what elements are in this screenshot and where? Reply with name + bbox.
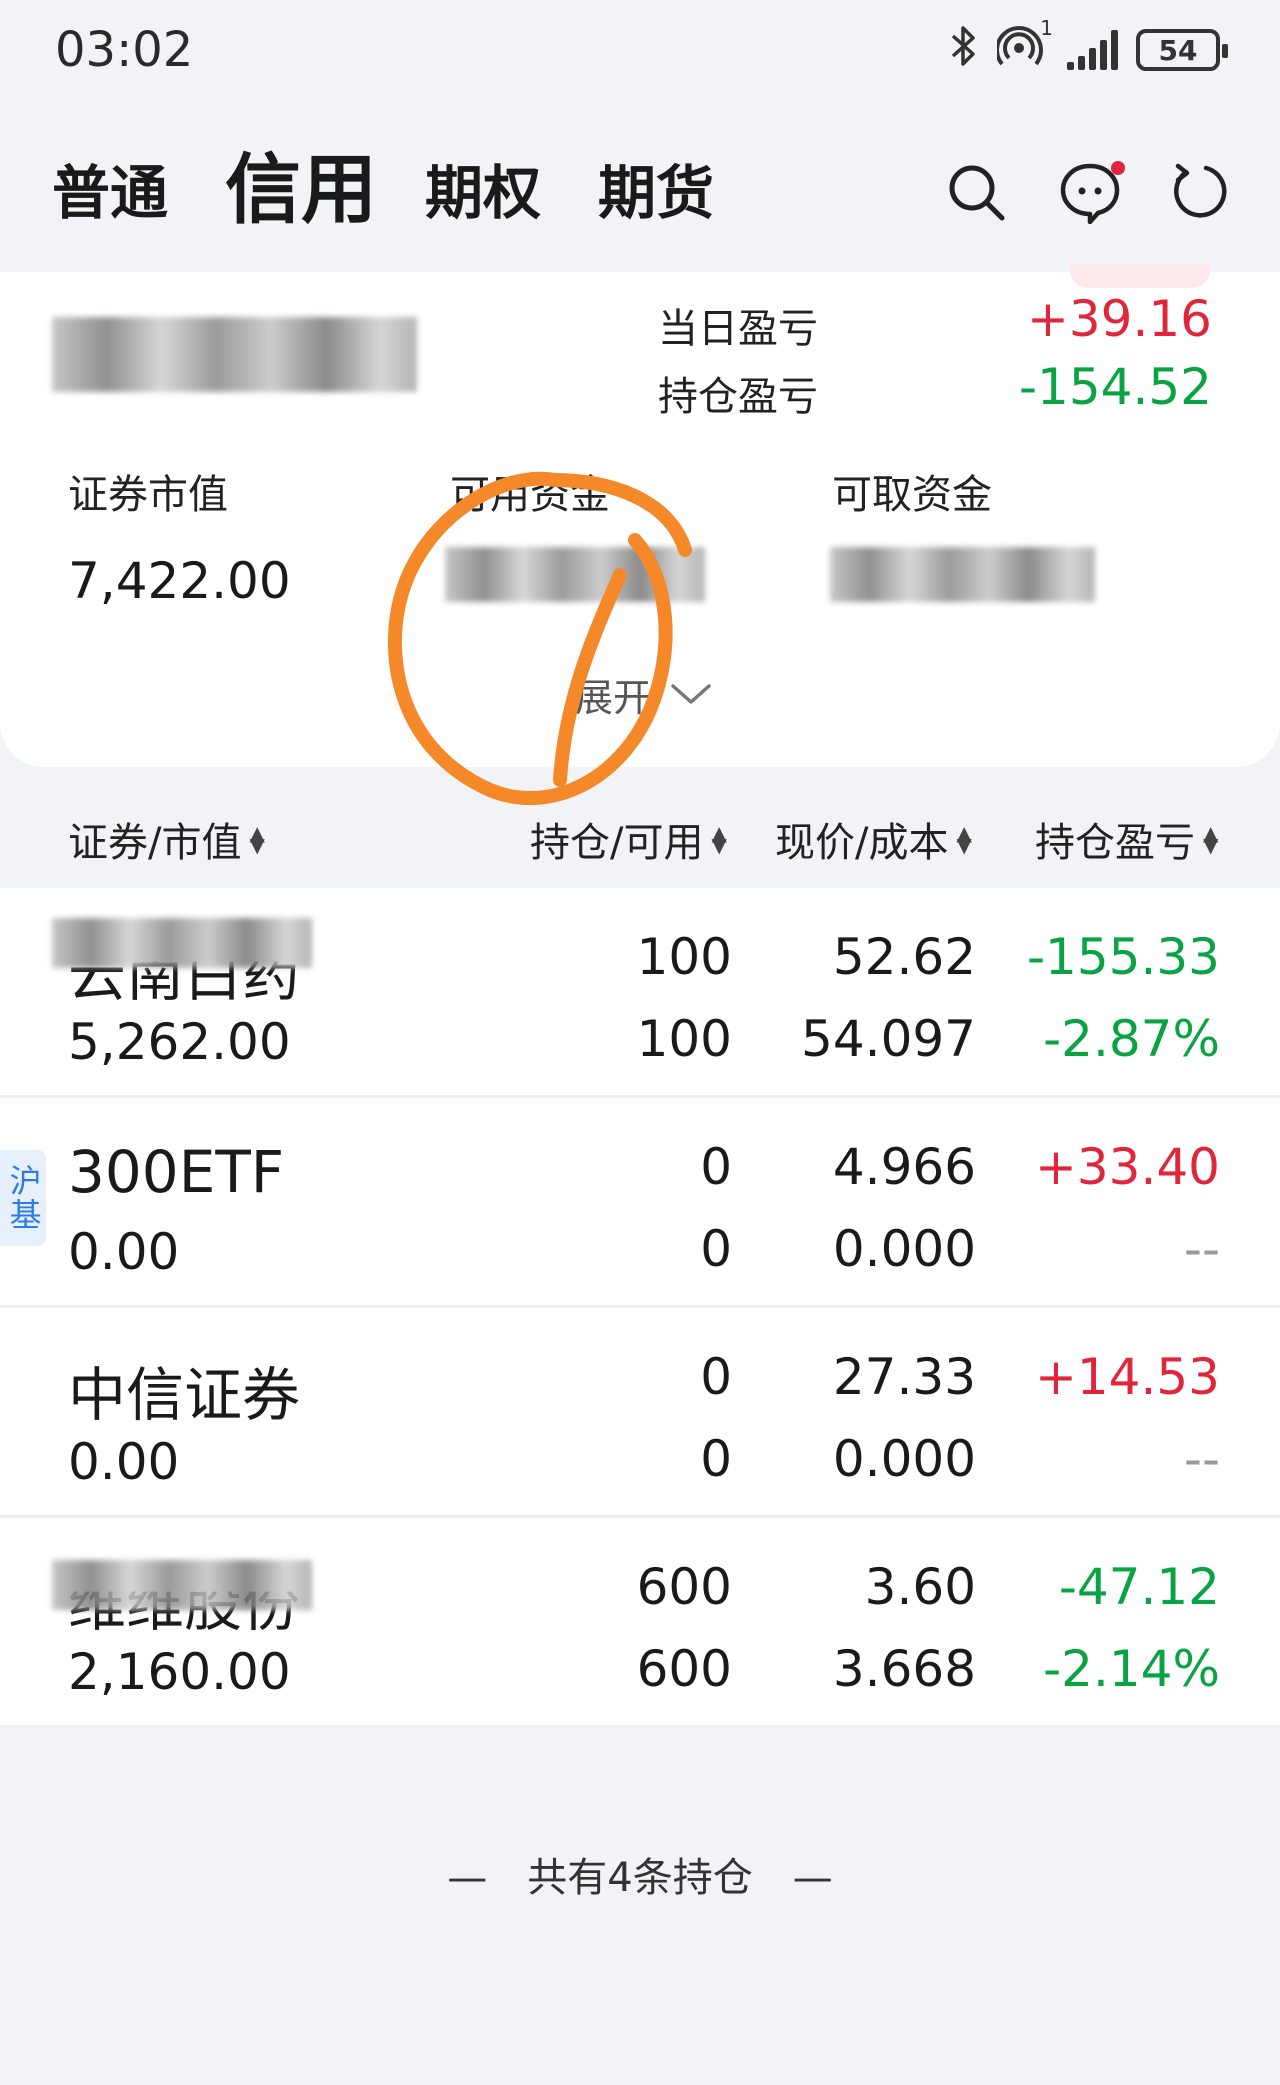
expand-label: 展开	[575, 676, 652, 720]
tab-normal[interactable]: 普通	[52, 146, 168, 230]
bluetooth-icon	[949, 24, 979, 77]
message-icon[interactable]	[1058, 160, 1125, 225]
available-qty: 100	[636, 1010, 732, 1068]
sort-icon: ▲ ▼	[711, 821, 727, 857]
search-icon[interactable]	[944, 160, 1008, 224]
position-pnl: +14.53	[1034, 1348, 1220, 1406]
table-row[interactable]: 沪基 300ETF 0.00 0 0 4.966 0.000 +33.40 --	[0, 1098, 1280, 1308]
column-pnl-label: 持仓盈亏	[1035, 820, 1195, 866]
tab-credit[interactable]: 信用	[225, 128, 377, 238]
security-name-redacted	[52, 1560, 312, 1610]
holdings-count: — 共有4条持仓 —	[447, 1855, 833, 1901]
position-pnl-percent: --	[1183, 1430, 1220, 1488]
cost-price: 0.000	[832, 1220, 976, 1278]
column-security-label: 证券/市值	[68, 820, 242, 866]
security-market-value: 5,262.00	[68, 1013, 291, 1071]
position-pnl: -155.33	[1027, 928, 1220, 986]
exchange-tag: 沪基	[0, 1150, 46, 1246]
market-value-label: 证券市值	[68, 472, 228, 518]
refresh-icon[interactable]	[1170, 160, 1234, 224]
available-funds-redacted	[445, 547, 705, 602]
cost-price: 3.668	[832, 1640, 976, 1698]
column-position[interactable]: 持仓/可用 ▲ ▼	[530, 810, 727, 868]
current-price: 27.33	[832, 1348, 976, 1406]
current-price: 3.60	[864, 1558, 976, 1616]
security-market-value: 0.00	[68, 1433, 180, 1491]
status-bar: 03:02 1 54	[0, 0, 1280, 110]
signal-icon	[1067, 30, 1118, 70]
available-qty: 600	[636, 1640, 732, 1698]
position-qty: 100	[636, 928, 732, 986]
position-pnl: -47.12	[1058, 1558, 1220, 1616]
chevron-down-icon	[669, 673, 713, 717]
position-pnl-label: 持仓盈亏	[658, 374, 818, 420]
position-pnl-percent: -2.14%	[1043, 1640, 1220, 1698]
cost-price: 54.097	[801, 1010, 976, 1068]
hotspot-badge: 1	[1040, 15, 1053, 40]
column-pnl[interactable]: 持仓盈亏 ▲ ▼	[1035, 810, 1218, 868]
exchange-tag-label: 沪基	[4, 1164, 43, 1232]
account-summary-card: 当日盈亏 +39.16 持仓盈亏 -154.52 证券市值 7,422.00 可…	[0, 264, 1280, 767]
position-pnl-percent: --	[1183, 1220, 1220, 1278]
cost-price: 0.000	[832, 1430, 976, 1488]
column-price-label: 现价/成本	[775, 820, 949, 866]
table-row[interactable]: 中信证券 0.00 0 0 27.33 0.000 +14.53 --	[0, 1308, 1280, 1518]
expand-button[interactable]: 展开	[575, 667, 713, 722]
security-name-redacted	[52, 918, 312, 968]
security-name: 300ETF	[68, 1138, 285, 1206]
battery-icon: 54	[1136, 29, 1228, 71]
security-market-value: 0.00	[68, 1223, 180, 1281]
account-type-tabs: 普通 信用 期权 期货	[0, 130, 1280, 260]
table-row[interactable]: 维维股份 2,160.00 600 600 3.60 3.668 -47.12 …	[0, 1518, 1280, 1728]
security-market-value: 2,160.00	[68, 1643, 291, 1701]
account-id-redacted	[52, 317, 417, 392]
tab-futures[interactable]: 期货	[598, 146, 714, 230]
holdings-list: 云南白药 5,262.00 100 100 52.62 54.097 -155.…	[0, 888, 1280, 1728]
holdings-column-header: 证券/市值 ▲ ▼ 持仓/可用 ▲ ▼ 现价/成本 ▲ ▼ 持仓盈亏 ▲ ▼	[0, 780, 1280, 890]
market-value: 7,422.00	[68, 552, 291, 610]
hotspot-icon: 1	[995, 16, 1053, 77]
position-qty: 600	[636, 1558, 732, 1616]
pink-tag	[1070, 264, 1210, 288]
available-qty: 0	[700, 1220, 732, 1278]
current-price: 4.966	[832, 1138, 976, 1196]
position-pnl: +33.40	[1034, 1138, 1220, 1196]
status-icons: 1 54	[949, 16, 1228, 78]
available-qty: 0	[700, 1430, 732, 1488]
sort-icon: ▲ ▼	[1203, 821, 1219, 857]
available-funds-label: 可用资金	[450, 472, 610, 518]
position-qty: 0	[700, 1138, 732, 1196]
table-row[interactable]: 云南白药 5,262.00 100 100 52.62 54.097 -155.…	[0, 888, 1280, 1098]
status-time: 03:02	[55, 22, 194, 78]
current-price: 52.62	[832, 928, 976, 986]
battery-level: 54	[1158, 33, 1198, 67]
position-pnl-percent: -2.87%	[1043, 1010, 1220, 1068]
sort-icon: ▲ ▼	[249, 821, 265, 857]
tab-options[interactable]: 期权	[425, 146, 541, 230]
position-pnl-value: -154.52	[1019, 358, 1212, 416]
withdrawable-funds-redacted	[830, 547, 1095, 602]
sort-icon: ▲ ▼	[956, 821, 972, 857]
column-position-label: 持仓/可用	[530, 820, 704, 866]
position-qty: 0	[700, 1348, 732, 1406]
withdrawable-funds-label: 可取资金	[832, 472, 992, 518]
security-name: 中信证券	[68, 1361, 301, 1429]
daily-pnl-value: +39.16	[1026, 290, 1212, 348]
column-security[interactable]: 证券/市值 ▲ ▼	[68, 810, 265, 868]
daily-pnl-label: 当日盈亏	[658, 306, 818, 352]
column-price[interactable]: 现价/成本 ▲ ▼	[775, 810, 972, 868]
